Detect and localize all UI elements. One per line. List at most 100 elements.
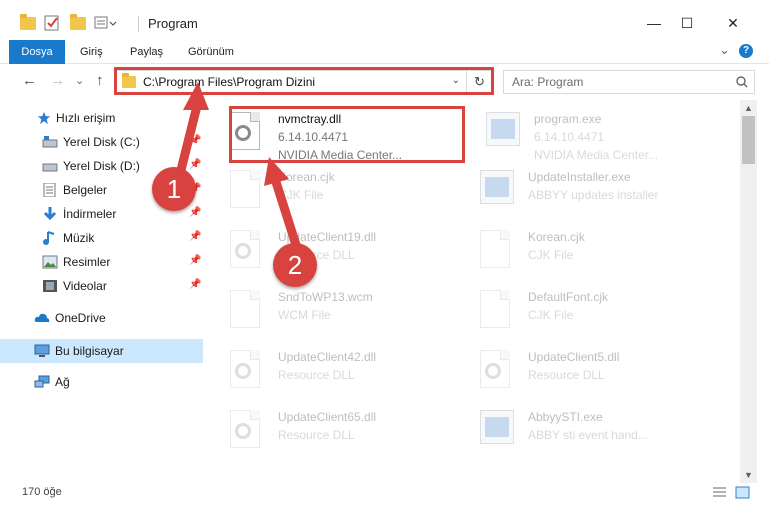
document-file-icon bbox=[480, 290, 514, 332]
customize-toolbar-icon[interactable] bbox=[94, 14, 122, 32]
file-item[interactable]: UpdateClient65.dll Resource DLL bbox=[208, 404, 453, 460]
file-type: CJK File bbox=[278, 188, 324, 202]
file-name: program.exe bbox=[534, 112, 602, 126]
file-name: UpdateClient19.dll bbox=[278, 230, 377, 244]
file-item[interactable]: UpdateClient19.dll Resource DLL bbox=[208, 224, 453, 280]
sidebar-item-onedrive[interactable]: OneDrive bbox=[0, 306, 203, 330]
download-icon bbox=[43, 207, 57, 221]
music-icon bbox=[43, 231, 55, 245]
file-item[interactable]: UpdateClient42.dll Resource DLL bbox=[208, 344, 453, 400]
title-separator bbox=[138, 16, 139, 32]
title-bar: Program — ☐ ✕ bbox=[0, 0, 769, 40]
tab-giris[interactable]: Giriş bbox=[68, 40, 115, 64]
sidebar-item-label: Belgeler bbox=[63, 183, 108, 197]
file-item[interactable]: SndToWP13.wcm WCM File bbox=[208, 284, 453, 340]
file-item-program-exe[interactable]: program.exe 6.14.10.4471 NVIDIA Media Ce… bbox=[464, 106, 709, 162]
folder-icon[interactable] bbox=[20, 13, 36, 32]
vertical-scrollbar[interactable]: ▲ ▼ bbox=[740, 100, 757, 483]
file-name: UpdateClient42.dll bbox=[278, 350, 377, 364]
pin-icon[interactable]: 📌 bbox=[189, 279, 201, 290]
pin-icon[interactable]: 📌 bbox=[189, 255, 201, 266]
file-type: Resource DLL bbox=[528, 368, 605, 382]
file-name: UpdateClient65.dll bbox=[278, 410, 377, 424]
sidebar-item-label: Yerel Disk (C:) bbox=[63, 135, 140, 149]
sidebar-item-label: Videolar bbox=[63, 279, 107, 293]
cloud-icon bbox=[34, 313, 50, 322]
star-icon bbox=[37, 111, 51, 125]
tab-gorunum[interactable]: Görünüm bbox=[176, 40, 246, 64]
document-file-icon bbox=[230, 170, 264, 212]
sidebar-item-label: OneDrive bbox=[55, 311, 106, 325]
sidebar-item-this-pc[interactable]: Bu bilgisayar bbox=[0, 339, 203, 363]
help-icon[interactable]: ? bbox=[739, 44, 753, 58]
annotation-badge-1: 1 bbox=[152, 167, 196, 211]
file-highlight-box bbox=[229, 106, 465, 163]
file-item[interactable]: UpdateClient5.dll Resource DLL bbox=[458, 344, 703, 400]
sidebar-item-music[interactable]: Müzik 📌 bbox=[0, 226, 203, 250]
file-name: UpdateInstaller.exe bbox=[528, 170, 631, 184]
pin-icon[interactable]: 📌 bbox=[189, 159, 201, 170]
back-button[interactable]: ← bbox=[22, 72, 37, 89]
address-highlight-box bbox=[114, 67, 494, 95]
close-button[interactable]: ✕ bbox=[710, 10, 756, 36]
file-type: WCM File bbox=[278, 308, 331, 322]
sidebar-item-label: İndirmeler bbox=[63, 207, 117, 221]
dll-file-icon bbox=[230, 350, 264, 392]
recent-locations-button[interactable]: ⌄ bbox=[75, 74, 84, 87]
documents-icon bbox=[43, 183, 56, 197]
file-type: CJK File bbox=[528, 248, 574, 262]
properties-icon[interactable] bbox=[44, 14, 60, 32]
sidebar-item-network[interactable]: Ağ bbox=[0, 370, 203, 394]
ribbon-expand-icon[interactable]: ⌄ bbox=[719, 42, 730, 58]
file-item[interactable]: Korean.cjk CJK File bbox=[458, 224, 703, 280]
sidebar-item-label: Bu bilgisayar bbox=[55, 344, 124, 358]
file-type: Resource DLL bbox=[278, 428, 355, 442]
file-item[interactable]: DefaultFont.cjk CJK File bbox=[458, 284, 703, 340]
file-item[interactable]: Korean.cjk CJK File bbox=[208, 164, 453, 220]
file-name: Korean.cjk bbox=[278, 170, 335, 184]
dll-file-icon bbox=[480, 350, 514, 392]
file-type: ABBY sti event hand... bbox=[528, 428, 648, 442]
sidebar-item-videos[interactable]: Videolar 📌 bbox=[0, 274, 203, 298]
sidebar-item-label: Hızlı erişim bbox=[56, 111, 116, 125]
scroll-down-icon[interactable]: ▼ bbox=[740, 467, 757, 483]
scroll-thumb[interactable] bbox=[742, 116, 755, 164]
exe-file-icon bbox=[486, 112, 520, 154]
details-view-icon[interactable] bbox=[712, 486, 727, 499]
window-title: Program bbox=[148, 16, 198, 31]
file-item[interactable]: UpdateInstaller.exe ABBYY updates instal… bbox=[458, 164, 703, 220]
pin-icon[interactable]: 📌 bbox=[189, 207, 201, 218]
scroll-up-icon[interactable]: ▲ bbox=[740, 100, 757, 116]
dll-file-icon bbox=[230, 230, 264, 272]
sidebar-item-label: Ağ bbox=[55, 375, 70, 389]
sidebar-item-local-disk-c[interactable]: Yerel Disk (C:) 📌 bbox=[0, 130, 203, 154]
sidebar-item-label: Yerel Disk (D:) bbox=[63, 159, 140, 173]
app-window-icon bbox=[480, 410, 514, 452]
sidebar-item-quick-access[interactable]: Hızlı erişim bbox=[0, 106, 203, 130]
up-button[interactable]: ↑ bbox=[96, 72, 104, 89]
pin-icon[interactable]: 📌 bbox=[189, 135, 201, 146]
search-input[interactable]: Ara: Program bbox=[503, 70, 755, 94]
file-type: Resource DLL bbox=[278, 368, 355, 382]
file-name: SndToWP13.wcm bbox=[278, 290, 373, 304]
network-icon bbox=[34, 375, 50, 388]
sidebar-item-pictures[interactable]: Resimler 📌 bbox=[0, 250, 203, 274]
maximize-button[interactable]: ☐ bbox=[664, 10, 710, 36]
drive-icon bbox=[42, 163, 58, 172]
dll-file-icon bbox=[230, 410, 264, 452]
file-type: ABBYY updates installer bbox=[528, 188, 659, 202]
file-item[interactable]: AbbyySTI.exe ABBY sti event hand... bbox=[458, 404, 703, 460]
file-version: 6.14.10.4471 bbox=[534, 130, 605, 144]
file-name: UpdateClient5.dll bbox=[528, 350, 620, 364]
computer-icon bbox=[34, 344, 50, 357]
tab-paylas[interactable]: Paylaş bbox=[118, 40, 175, 64]
new-folder-icon[interactable] bbox=[70, 13, 86, 32]
ribbon-tabs: Dosya Giriş Paylaş Görünüm ⌄ ? bbox=[0, 40, 769, 96]
pin-icon[interactable]: 📌 bbox=[189, 231, 201, 242]
large-icons-view-icon[interactable] bbox=[735, 486, 750, 499]
document-file-icon bbox=[230, 290, 264, 332]
video-icon bbox=[43, 280, 57, 292]
pictures-icon bbox=[42, 255, 58, 269]
file-name: DefaultFont.cjk bbox=[528, 290, 609, 304]
forward-button[interactable]: → bbox=[50, 72, 65, 89]
